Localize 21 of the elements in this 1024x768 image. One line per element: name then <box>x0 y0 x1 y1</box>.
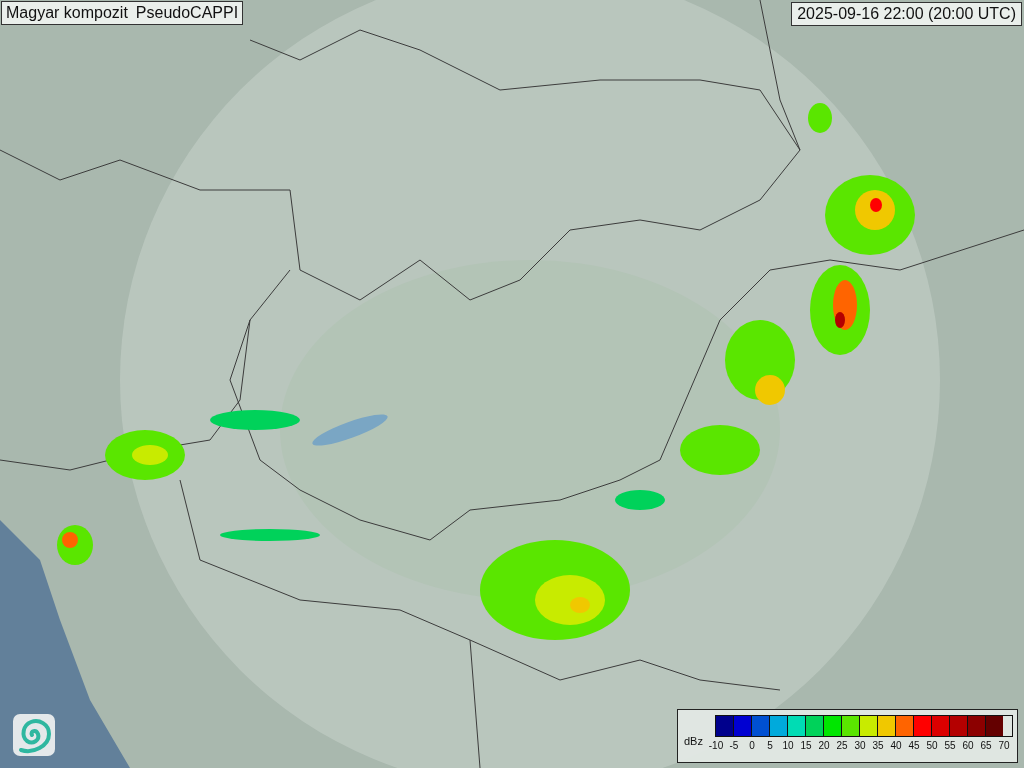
scale-tick-label: 70 <box>997 740 1011 751</box>
scale-tick-label: -10 <box>707 740 725 751</box>
scale-tick-label: 50 <box>925 740 939 751</box>
scale-tick-label: 35 <box>871 740 885 751</box>
scale-tick-label: 10 <box>781 740 795 751</box>
scale-tick-label: 45 <box>907 740 921 751</box>
scale-tick-label: 55 <box>943 740 957 751</box>
scale-tick-label: 60 <box>961 740 975 751</box>
product-name: PseudoCAPPI <box>135 4 239 22</box>
scale-tick-label: -5 <box>728 740 740 751</box>
scale-tick-label: 15 <box>799 740 813 751</box>
scale-tick-label: 65 <box>979 740 993 751</box>
unit-label: dBz <box>684 735 703 747</box>
scale-tick-label: 30 <box>853 740 867 751</box>
scale-tick-label: 5 <box>766 740 774 751</box>
scale-tick-label: 25 <box>835 740 849 751</box>
scale-tick-label: 40 <box>889 740 903 751</box>
scale-tick-label: 20 <box>817 740 831 751</box>
map-title: Magyar kompozit <box>6 4 128 22</box>
timestamp: 2025-09-16 22:00 (20:00 UTC) <box>791 2 1022 26</box>
scale-tick-label: 0 <box>748 740 756 751</box>
